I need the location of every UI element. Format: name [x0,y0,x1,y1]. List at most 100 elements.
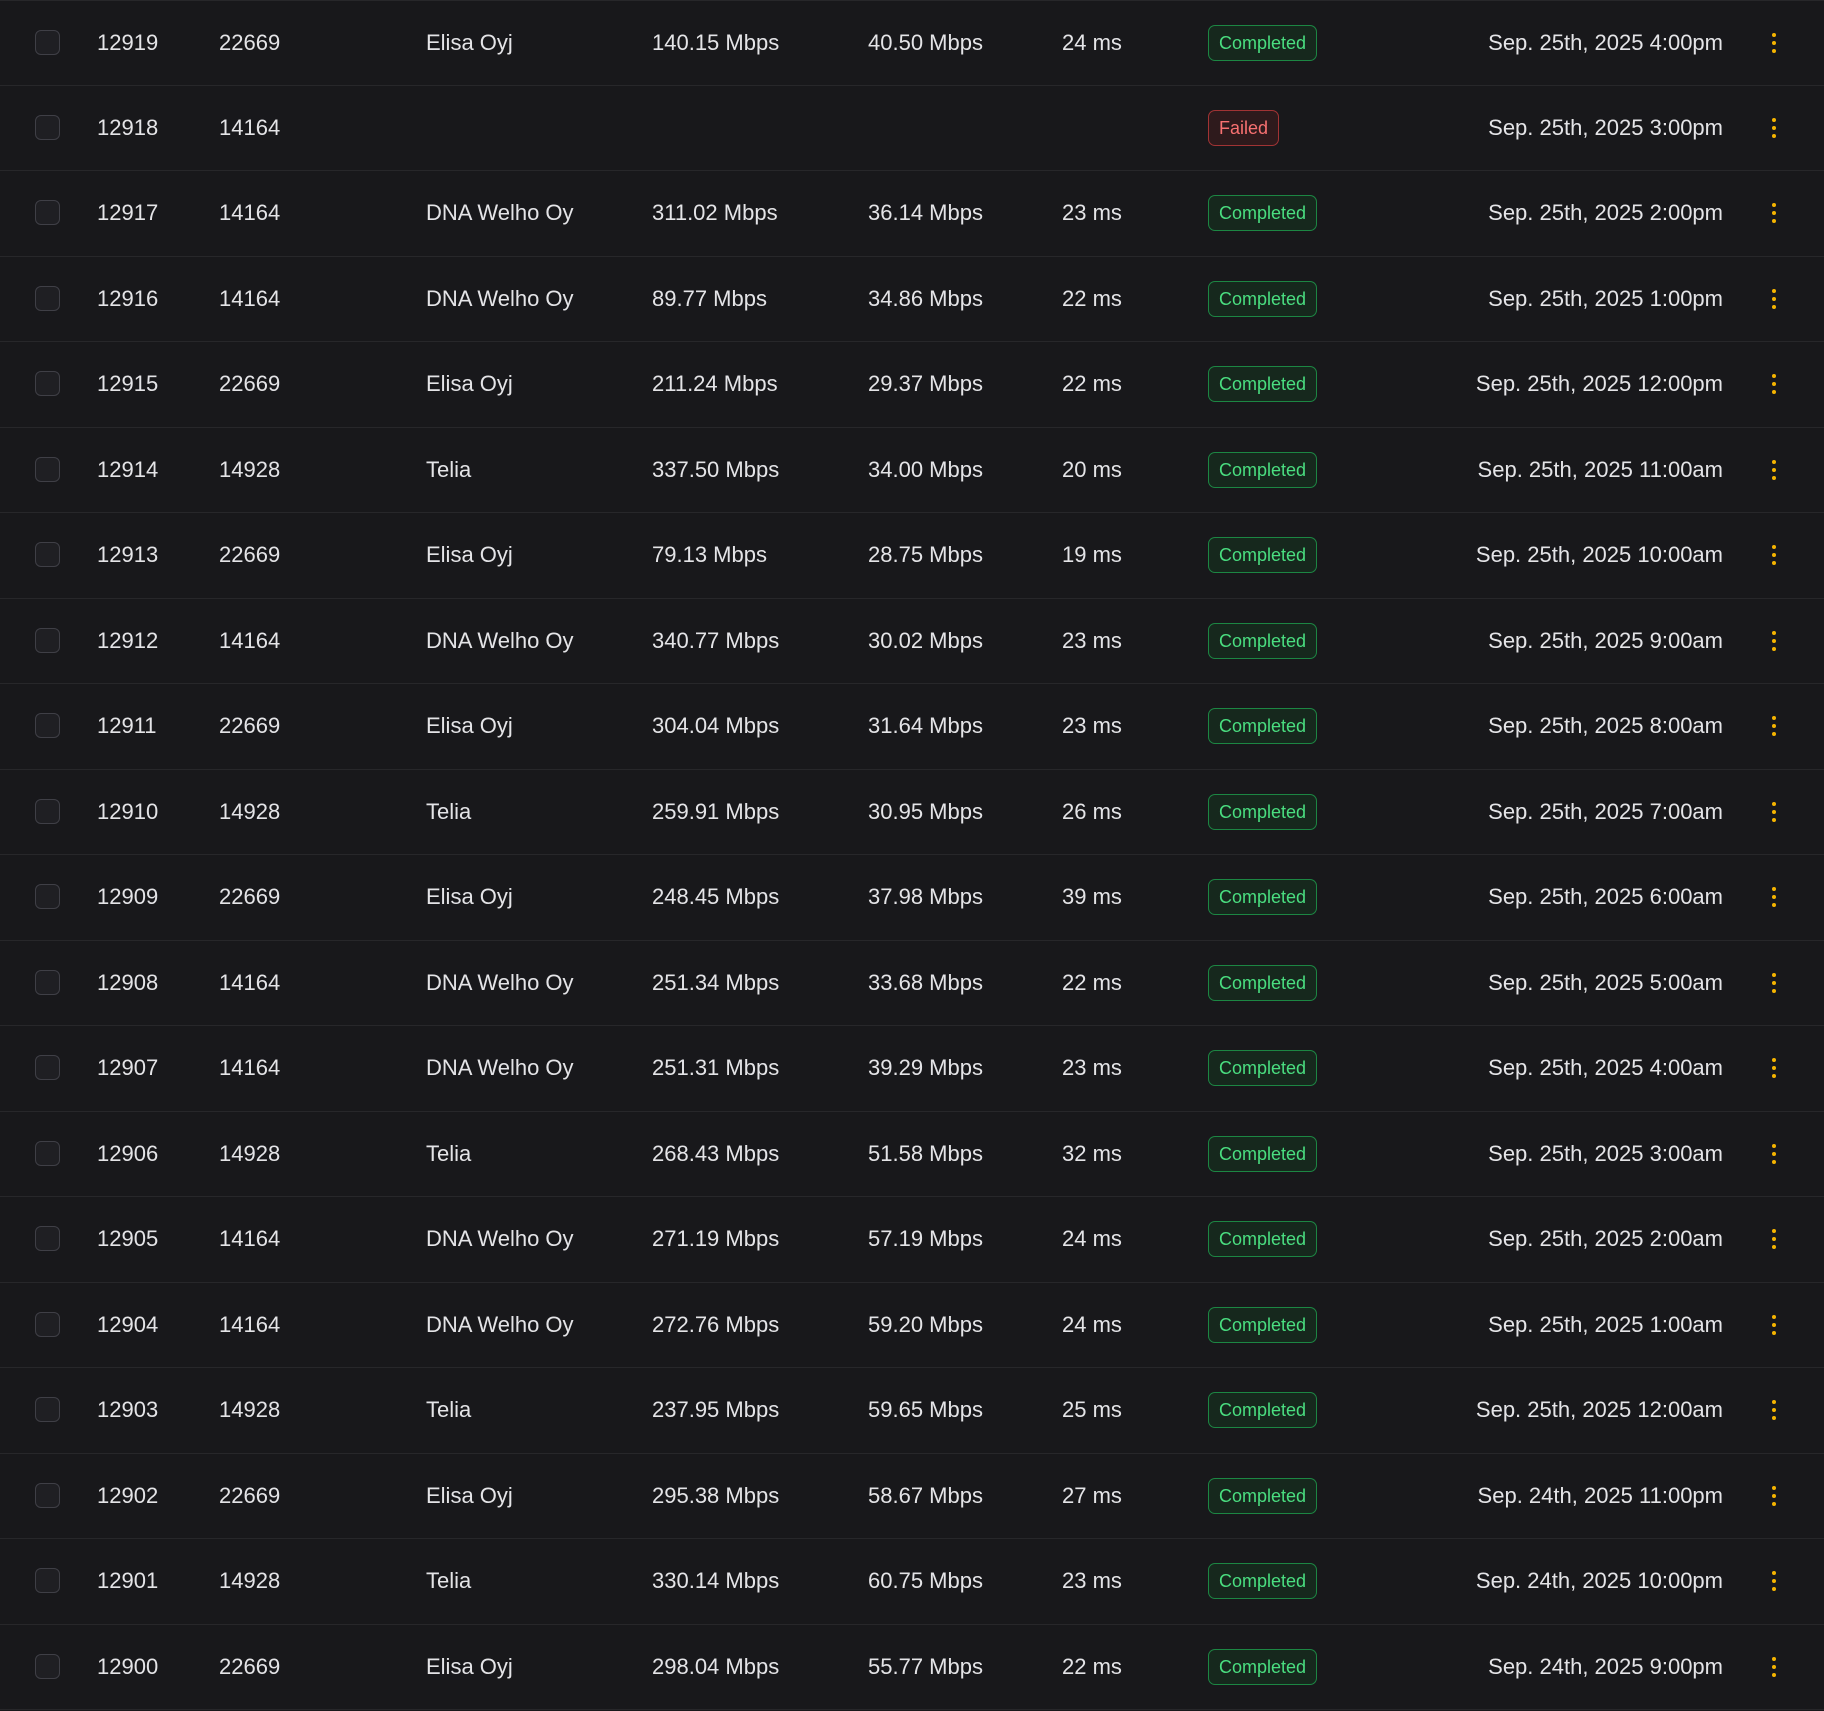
ping-cell: 23 ms [1062,627,1122,653]
server-id-cell: 14164 [219,1311,281,1337]
row-select-checkbox[interactable] [35,798,60,824]
server-id-cell: 14164 [219,200,281,226]
row-select-checkbox[interactable] [35,1397,60,1423]
table-row: 12902 22669 Elisa Oyj 295.38 Mbps 58.67 … [0,1453,1824,1539]
ping-cell: 24 ms [1062,1311,1122,1337]
more-vertical-icon-dot [1772,133,1776,138]
more-vertical-icon-dot [1772,296,1776,301]
table-row: 12913 22669 Elisa Oyj 79.13 Mbps 28.75 M… [0,513,1824,599]
row-select-checkbox[interactable] [35,285,60,311]
status-badge: Completed [1208,793,1318,830]
isp-cell: Telia [426,456,472,482]
row-select-checkbox[interactable] [35,627,60,653]
more-vertical-icon [1772,203,1776,208]
row-actions-menu-button[interactable] [1760,108,1788,148]
timestamp-cell: Sep. 25th, 2025 12:00pm [1475,371,1723,397]
isp-cell: DNA Welho Oy [426,1311,574,1337]
result-id-cell: 12902 [97,1482,159,1508]
download-speed-cell: 268.43 Mbps [652,1140,780,1166]
status-badge: Completed [1208,1050,1318,1087]
row-select-checkbox[interactable] [35,1482,60,1508]
more-vertical-icon-dot [1772,1322,1776,1327]
download-speed-cell: 79.13 Mbps [652,542,767,568]
table-row: 12918 14164 Failed Sep. 25th, 2025 3:00p… [0,85,1824,171]
timestamp-cell: Sep. 25th, 2025 1:00am [1488,1311,1723,1337]
row-select-checkbox[interactable] [35,456,60,482]
row-actions-menu-button[interactable] [1760,535,1788,575]
row-select-checkbox[interactable] [35,884,60,910]
row-actions-menu-button[interactable] [1760,193,1788,233]
more-vertical-icon-dot [1772,1159,1776,1164]
server-id-cell: 14164 [219,627,281,653]
isp-cell: Telia [426,1140,472,1166]
timestamp-cell: Sep. 25th, 2025 4:00pm [1488,29,1723,55]
more-vertical-icon [1772,630,1776,635]
result-id-cell: 12908 [97,969,159,995]
timestamp-cell: Sep. 25th, 2025 9:00am [1488,627,1723,653]
upload-speed-cell: 59.65 Mbps [868,1397,983,1423]
download-speed-cell: 259.91 Mbps [652,798,780,824]
row-actions-menu-button[interactable] [1760,621,1788,661]
row-actions-menu-button[interactable] [1760,1476,1788,1516]
more-vertical-icon-dot [1772,553,1776,558]
more-vertical-icon-dot [1772,211,1776,216]
result-id-cell: 12904 [97,1311,159,1337]
row-actions-menu-button[interactable] [1760,279,1788,319]
row-select-checkbox[interactable] [35,1140,60,1166]
row-actions-menu-button[interactable] [1760,1305,1788,1345]
status-badge: Completed [1208,451,1318,488]
status-cell: Completed [1208,708,1318,745]
more-vertical-icon-dot [1772,1408,1776,1413]
row-actions-menu-button[interactable] [1760,450,1788,490]
row-actions-menu-button[interactable] [1760,877,1788,917]
row-actions-menu-button[interactable] [1760,1390,1788,1430]
download-speed-cell: 337.50 Mbps [652,456,780,482]
row-actions-menu-button[interactable] [1760,1048,1788,1088]
status-badge: Completed [1208,537,1318,574]
more-vertical-icon-dot [1772,988,1776,993]
row-select-checkbox[interactable] [35,969,60,995]
isp-cell: Elisa Oyj [426,371,513,397]
row-actions-menu-button[interactable] [1760,1647,1788,1687]
upload-speed-cell: 57.19 Mbps [868,1226,983,1252]
row-actions-menu-button[interactable] [1760,1134,1788,1174]
table-row: 12906 14928 Telia 268.43 Mbps 51.58 Mbps… [0,1111,1824,1197]
download-speed-cell: 237.95 Mbps [652,1397,780,1423]
more-vertical-icon-dot [1772,724,1776,729]
row-select-checkbox[interactable] [35,542,60,568]
result-id-cell: 12901 [97,1568,159,1594]
row-select-checkbox[interactable] [35,713,60,739]
row-actions-menu-button[interactable] [1760,1561,1788,1601]
server-id-cell: 14928 [219,1140,281,1166]
timestamp-cell: Sep. 25th, 2025 11:00am [1477,456,1723,482]
status-cell: Completed [1208,537,1318,574]
status-badge: Completed [1208,24,1318,61]
download-speed-cell: 298.04 Mbps [652,1653,780,1679]
row-select-checkbox[interactable] [35,1055,60,1081]
row-select-checkbox[interactable] [35,114,60,140]
row-select-checkbox[interactable] [35,1226,60,1252]
row-actions-menu-button[interactable] [1760,23,1788,63]
row-select-checkbox[interactable] [35,1653,60,1679]
row-actions-menu-button[interactable] [1760,792,1788,832]
more-vertical-icon-dot [1772,1587,1776,1592]
result-id-cell: 12914 [97,456,159,482]
row-actions-menu-button[interactable] [1760,706,1788,746]
row-actions-menu-button[interactable] [1760,963,1788,1003]
row-select-checkbox[interactable] [35,371,60,397]
upload-speed-cell: 39.29 Mbps [868,1055,983,1081]
table-row: 12904 14164 DNA Welho Oy 272.76 Mbps 59.… [0,1282,1824,1368]
row-select-checkbox[interactable] [35,200,60,226]
row-actions-menu-button[interactable] [1760,1219,1788,1259]
row-actions-menu-button[interactable] [1760,364,1788,404]
row-select-checkbox[interactable] [35,29,60,55]
upload-speed-cell: 36.14 Mbps [868,200,983,226]
status-cell: Completed [1208,793,1318,830]
status-cell: Completed [1208,195,1318,232]
status-badge: Completed [1208,195,1318,232]
row-select-checkbox[interactable] [35,1568,60,1594]
table-row: 12919 22669 Elisa Oyj 140.15 Mbps 40.50 … [0,0,1824,86]
table-row: 12905 14164 DNA Welho Oy 271.19 Mbps 57.… [0,1197,1824,1283]
download-speed-cell: 272.76 Mbps [652,1311,780,1337]
row-select-checkbox[interactable] [35,1311,60,1337]
